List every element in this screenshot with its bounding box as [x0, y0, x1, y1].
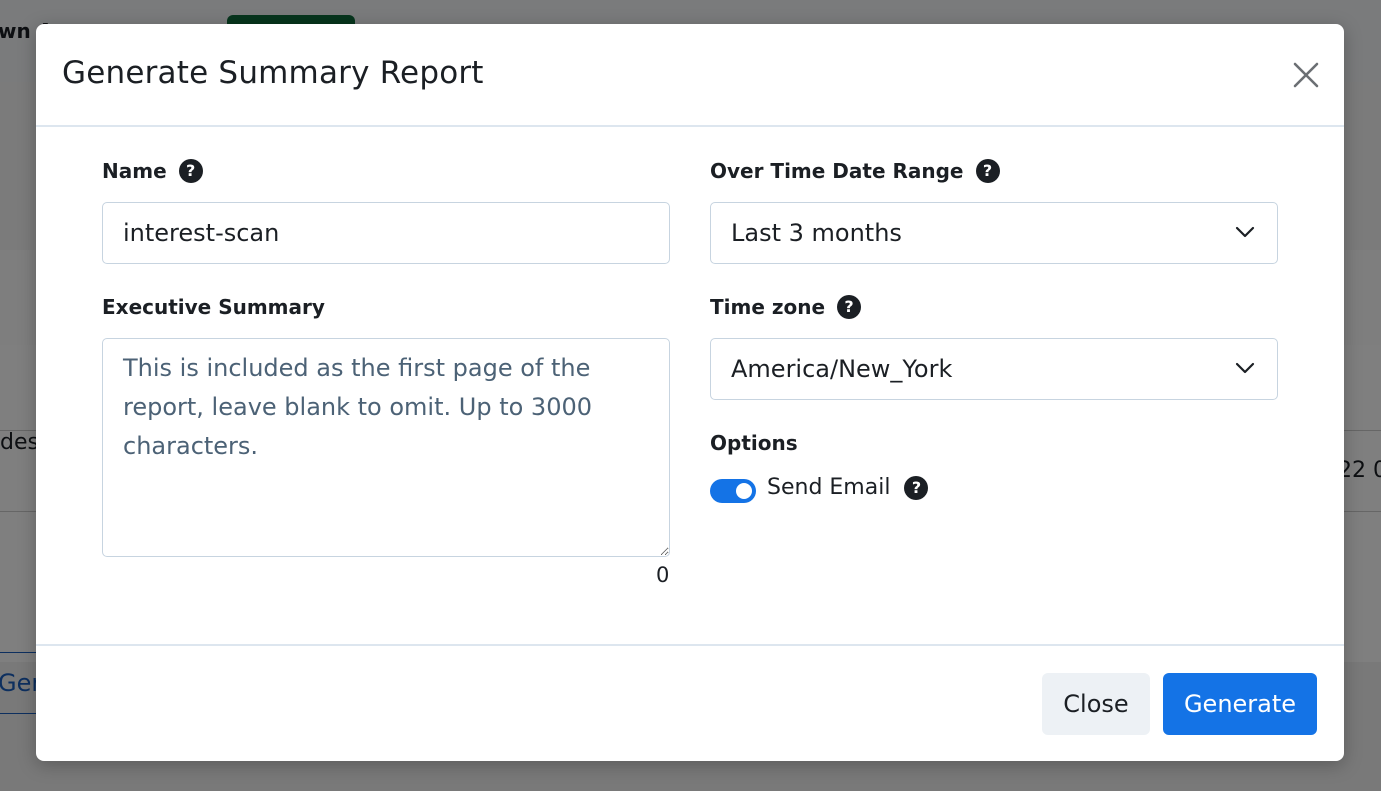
time-zone-help-icon[interactable]: ?	[837, 295, 862, 319]
time-zone-select[interactable]: America/New_York	[710, 338, 1278, 400]
close-icon	[1293, 62, 1319, 88]
generate-summary-report-dialog: Generate Summary Report Name ? Executive…	[36, 24, 1344, 761]
date-range-select[interactable]: Last 3 months	[710, 202, 1278, 264]
options-label-text: Options	[710, 431, 798, 455]
modal-header: Generate Summary Report	[36, 24, 1344, 127]
chevron-down-icon	[1235, 362, 1255, 374]
name-help-icon[interactable]: ?	[178, 159, 203, 183]
send-email-help-icon[interactable]: ?	[904, 475, 929, 500]
date-range-help-icon[interactable]: ?	[975, 159, 1000, 183]
time-zone-label: Time zone ?	[710, 295, 862, 319]
modal-body: Name ? Executive Summary 0 Over Time Dat…	[36, 129, 1344, 645]
name-input[interactable]	[102, 202, 670, 264]
modal-footer: Close Generate	[36, 644, 1344, 761]
generate-button[interactable]: Generate	[1163, 673, 1317, 735]
executive-summary-textarea[interactable]	[102, 338, 670, 557]
name-label: Name ?	[102, 159, 203, 183]
chevron-down-icon	[1235, 226, 1255, 238]
executive-summary-label-text: Executive Summary	[102, 295, 325, 319]
time-zone-label-text: Time zone	[710, 295, 826, 319]
options-label: Options	[710, 431, 798, 455]
close-dialog-button[interactable]	[1292, 61, 1320, 89]
character-count: 0	[656, 563, 670, 587]
name-label-text: Name	[102, 159, 167, 183]
date-range-selected-value: Last 3 months	[731, 219, 902, 247]
send-email-label[interactable]: Send Email	[767, 475, 890, 500]
time-zone-selected-value: America/New_York	[731, 355, 953, 383]
send-email-option: Send Email ?	[767, 475, 929, 500]
executive-summary-label: Executive Summary	[102, 295, 325, 319]
close-button[interactable]: Close	[1042, 673, 1150, 735]
send-email-toggle[interactable]	[710, 479, 756, 503]
date-range-label: Over Time Date Range ?	[710, 159, 1000, 183]
toggle-knob	[736, 483, 752, 499]
date-range-label-text: Over Time Date Range	[710, 159, 964, 183]
modal-title: Generate Summary Report	[62, 55, 484, 91]
